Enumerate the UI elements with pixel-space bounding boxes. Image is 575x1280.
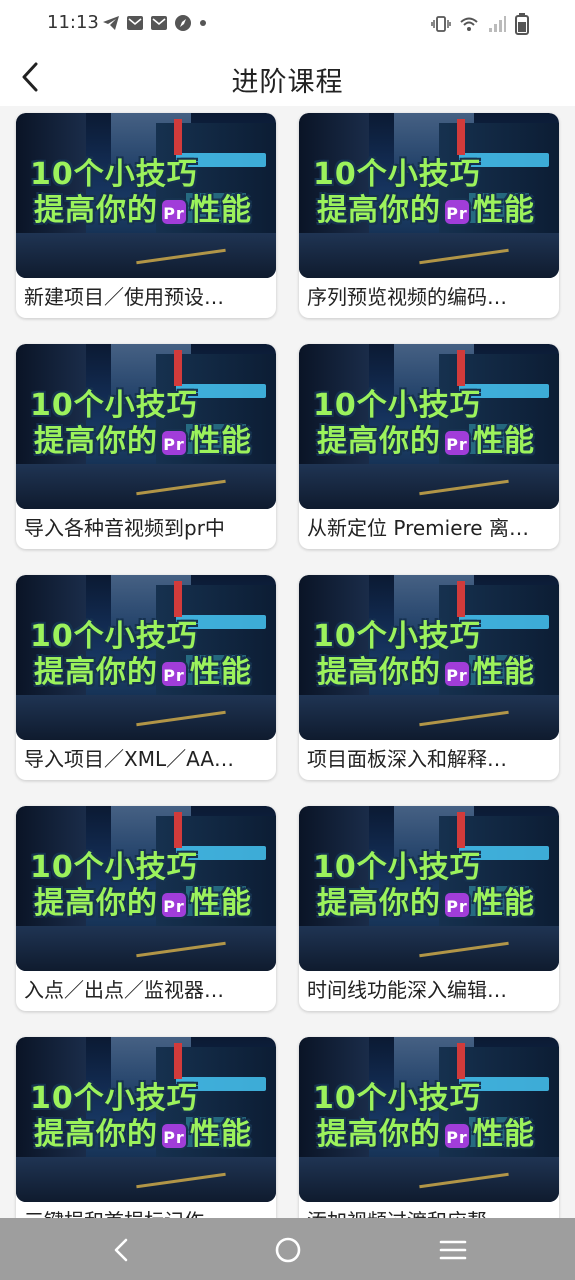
page-title: 进阶课程 <box>231 67 344 98</box>
status-right-icons <box>431 13 529 35</box>
nav-home-icon <box>275 1237 301 1263</box>
premiere-pro-logo: Pr <box>443 428 471 457</box>
course-card[interactable]: 10个小技巧 提高你的 Pr 性能 时间线功能深入编辑… <box>299 806 559 1011</box>
course-title: 添加视频过渡和应帮… <box>299 1202 559 1218</box>
status-bar: 11:13 <box>0 0 575 48</box>
nav-menu-button[interactable] <box>438 1235 468 1265</box>
course-card[interactable]: 10个小技巧 提高你的 Pr 性能 项目面板深入和解释… <box>299 575 559 780</box>
course-card[interactable]: 10个小技巧 提高你的 Pr 性能 从新定位 Premiere 离… <box>299 344 559 549</box>
course-title: 三键捐和首捐标记作… <box>16 1202 276 1218</box>
course-title: 序列预览视频的编码… <box>307 285 507 309</box>
thumbnail-subline: 提高你的 Pr 性能 <box>317 185 535 229</box>
thumbnail-subline: 提高你的 Pr 性能 <box>317 1109 535 1153</box>
premiere-pro-logo: Pr <box>160 1121 188 1150</box>
course-title: 入点／出点／监视器… <box>24 978 224 1002</box>
course-card[interactable]: 10个小技巧 提高你的 Pr 性能 入点／出点／监视器… <box>16 806 276 1011</box>
course-title: 导入项目／XML／AA… <box>24 747 235 771</box>
thumbnail-subline-suffix: 性能 <box>473 424 535 459</box>
course-title: 项目面板深入和解释… <box>307 747 507 771</box>
premiere-pro-logo: Pr <box>160 659 188 688</box>
course-title: 新建项目／使用预设… <box>24 285 224 309</box>
navigation-bar <box>0 1218 575 1280</box>
wifi-icon <box>460 17 478 31</box>
thumbnail-subline: 提高你的 Pr 性能 <box>34 1109 252 1153</box>
thumbnail-subline: 提高你的 Pr 性能 <box>34 185 252 229</box>
thumbnail-subline-prefix: 提高你的 <box>317 424 441 459</box>
nav-back-button[interactable] <box>107 1235 137 1265</box>
thumbnail-subline-prefix: 提高你的 <box>34 1117 158 1152</box>
thumbnail-subline-suffix: 性能 <box>190 886 252 921</box>
thumbnail-subline: 提高你的 Pr 性能 <box>34 878 252 922</box>
mail-icon <box>151 16 167 30</box>
course-thumbnail: 10个小技巧 提高你的 Pr 性能 <box>299 1037 559 1202</box>
thumbnail-subline: 提高你的 Pr 性能 <box>317 878 535 922</box>
premiere-pro-logo: Pr <box>160 428 188 457</box>
course-thumbnail: 10个小技巧 提高你的 Pr 性能 <box>16 113 276 278</box>
course-title: 时间线功能深入编辑… <box>307 978 507 1002</box>
status-left-icons <box>102 14 208 32</box>
course-list[interactable]: 10个小技巧 提高你的 Pr 性能 新建项目／使用预设… 10个小技巧 提高你的 Pr… <box>0 106 575 1218</box>
thumbnail-subline-suffix: 性能 <box>190 655 252 690</box>
thumbnail-subline-prefix: 提高你的 <box>317 886 441 921</box>
premiere-pro-logo: Pr <box>160 197 188 226</box>
premiere-pro-logo: Pr <box>443 890 471 919</box>
course-card[interactable]: 10个小技巧 提高你的 Pr 性能 导入各种音视频到pr中 <box>16 344 276 549</box>
thumbnail-subline-prefix: 提高你的 <box>34 424 158 459</box>
course-title: 导入各种音视频到pr中 <box>24 516 225 540</box>
course-card[interactable]: 10个小技巧 提高你的Pr性能 添加视频过渡和应帮… <box>299 1037 559 1218</box>
thumbnail-subline-prefix: 提高你的 <box>34 193 158 228</box>
thumbnail-subline-prefix: 提高你的 <box>34 655 158 690</box>
thumbnail-subline-suffix: 性能 <box>190 193 252 228</box>
course-card[interactable]: 10个小技巧 提高你的Pr性能 三键捐和首捐标记作… <box>16 1037 276 1218</box>
nav-back-icon <box>114 1238 128 1262</box>
course-thumbnail: 10个小技巧 提高你的 Pr 性能 <box>299 806 559 971</box>
app-bar: 进阶课程 <box>0 48 575 106</box>
status-time: 11:13 <box>47 12 99 33</box>
thumbnail-subline-suffix: 性能 <box>473 886 535 921</box>
premiere-pro-logo: Pr <box>443 197 471 226</box>
telegram-icon <box>103 16 119 30</box>
signal-icon <box>489 16 506 32</box>
thumbnail-subline-suffix: 性能 <box>473 193 535 228</box>
thumbnail-subline: 提高你的 Pr 性能 <box>34 416 252 460</box>
thumbnail-subline-prefix: 提高你的 <box>317 1117 441 1152</box>
mail-icon <box>127 16 143 30</box>
thumbnail-subline-prefix: 提高你的 <box>34 886 158 921</box>
thumbnail-subline-suffix: 性能 <box>190 1117 252 1152</box>
course-thumbnail: 10个小技巧 提高你的 Pr 性能 <box>16 806 276 971</box>
thumbnail-subline-prefix: 提高你的 <box>317 193 441 228</box>
premiere-pro-logo: Pr <box>160 890 188 919</box>
course-thumbnail: 10个小技巧 提高你的 Pr 性能 <box>299 575 559 740</box>
course-card[interactable]: 10个小技巧 提高你的 Pr 性能 序列预览视频的编码… <box>299 113 559 318</box>
course-thumbnail: 10个小技巧 提高你的 Pr 性能 <box>16 575 276 740</box>
course-grid: 10个小技巧 提高你的 Pr 性能 新建项目／使用预设… 10个小技巧 提高你的 Pr… <box>16 113 559 1218</box>
course-thumbnail: 10个小技巧 提高你的 Pr 性能 <box>299 344 559 509</box>
thumbnail-subline: 提高你的 Pr 性能 <box>34 647 252 691</box>
thumbnail-subline-suffix: 性能 <box>190 424 252 459</box>
battery-icon <box>515 13 529 35</box>
premiere-pro-logo: Pr <box>443 1121 471 1150</box>
course-card[interactable]: 10个小技巧 提高你的 Pr 性能 导入项目／XML／AA… <box>16 575 276 780</box>
thumbnail-subline-suffix: 性能 <box>473 655 535 690</box>
nav-menu-icon <box>439 1240 467 1260</box>
course-thumbnail: 10个小技巧 提高你的 Pr 性能 <box>299 113 559 278</box>
thumbnail-subline-suffix: 性能 <box>473 1117 535 1152</box>
thumbnail-subline: 提高你的 Pr 性能 <box>317 416 535 460</box>
dot-icon <box>200 20 206 26</box>
course-card[interactable]: 10个小技巧 提高你的 Pr 性能 新建项目／使用预设… <box>16 113 276 318</box>
thumbnail-subline-prefix: 提高你的 <box>317 655 441 690</box>
course-thumbnail: 10个小技巧 提高你的 Pr 性能 <box>16 1037 276 1202</box>
course-title: 从新定位 Premiere 离… <box>307 516 529 540</box>
vibrate-icon <box>431 16 451 32</box>
compass-icon <box>175 15 191 31</box>
premiere-pro-logo: Pr <box>443 659 471 688</box>
nav-home-button[interactable] <box>273 1235 303 1265</box>
thumbnail-subline: 提高你的 Pr 性能 <box>317 647 535 691</box>
course-thumbnail: 10个小技巧 提高你的 Pr 性能 <box>16 344 276 509</box>
